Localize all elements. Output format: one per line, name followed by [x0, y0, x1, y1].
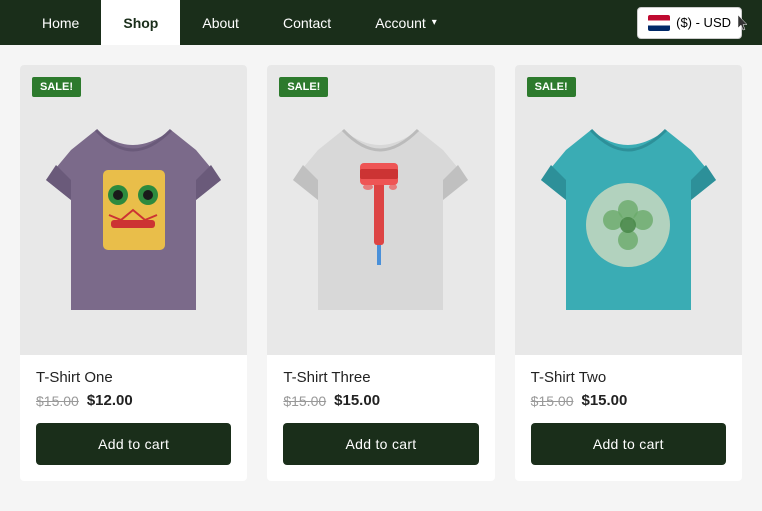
product-image	[288, 90, 473, 330]
price-sale: $15.00	[334, 392, 380, 409]
product-info: T-Shirt Two $15.00 $15.00 Add to cart	[515, 355, 742, 481]
sale-badge: SALE!	[527, 77, 576, 97]
nav-shop[interactable]: Shop	[101, 0, 180, 45]
product-image	[536, 90, 721, 330]
product-image-wrap: SALE!	[20, 65, 247, 355]
products-section: SALE!	[0, 45, 762, 511]
nav-home[interactable]: Home	[20, 0, 101, 45]
nav-contact[interactable]: Contact	[261, 0, 353, 45]
add-to-cart-button[interactable]: Add to cart	[531, 423, 726, 465]
chevron-down-icon: ▾	[432, 17, 437, 28]
price-original: $15.00	[36, 393, 79, 409]
product-name: T-Shirt Three	[283, 369, 478, 386]
cursor-icon	[737, 14, 749, 32]
price-original: $15.00	[283, 393, 326, 409]
product-card: SALE!	[267, 65, 494, 481]
sale-badge: SALE!	[279, 77, 328, 97]
nav-items: Home Shop About Contact Account ▾	[20, 0, 637, 45]
navbar: Home Shop About Contact Account ▾ ($) - …	[0, 0, 762, 45]
currency-label: ($) - USD	[676, 15, 731, 30]
product-prices: $15.00 $15.00	[531, 392, 726, 409]
add-to-cart-button[interactable]: Add to cart	[36, 423, 231, 465]
price-sale: $15.00	[581, 392, 627, 409]
product-image	[41, 90, 226, 330]
currency-selector[interactable]: ($) - USD	[637, 7, 742, 39]
product-name: T-Shirt One	[36, 369, 231, 386]
product-card: SALE!	[20, 65, 247, 481]
flag-icon	[648, 15, 670, 31]
product-name: T-Shirt Two	[531, 369, 726, 386]
nav-about[interactable]: About	[180, 0, 261, 45]
nav-account[interactable]: Account ▾	[353, 0, 459, 45]
sale-badge: SALE!	[32, 77, 81, 97]
price-original: $15.00	[531, 393, 574, 409]
products-grid: SALE!	[20, 65, 742, 481]
add-to-cart-button[interactable]: Add to cart	[283, 423, 478, 465]
product-card: SALE! T-Shirt Two	[515, 65, 742, 481]
product-info: T-Shirt One $15.00 $12.00 Add to cart	[20, 355, 247, 481]
price-sale: $12.00	[87, 392, 133, 409]
product-prices: $15.00 $12.00	[36, 392, 231, 409]
product-image-wrap: SALE!	[515, 65, 742, 355]
product-info: T-Shirt Three $15.00 $15.00 Add to cart	[267, 355, 494, 481]
product-image-wrap: SALE!	[267, 65, 494, 355]
product-prices: $15.00 $15.00	[283, 392, 478, 409]
